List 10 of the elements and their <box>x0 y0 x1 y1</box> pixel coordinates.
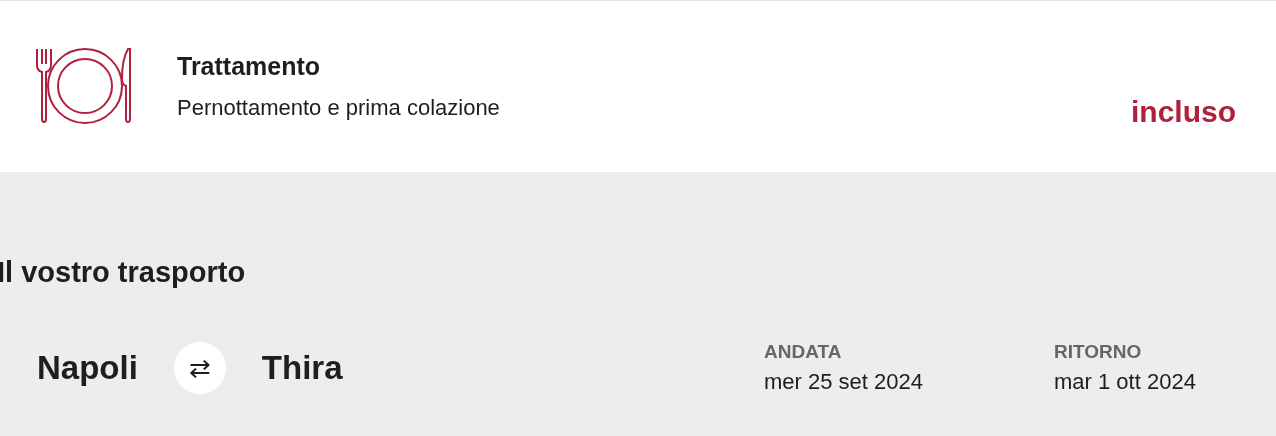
board-price: incluso <box>1131 94 1236 129</box>
date-value: mar 1 ott 2024 <box>1054 369 1197 395</box>
arrival-city: Thira <box>261 349 343 387</box>
date-label: RITORNO <box>1054 341 1143 363</box>
date-value: mer 25 set 2024 <box>764 369 924 395</box>
board-title: Trattamento <box>177 52 322 81</box>
swap-icon: ⇄ <box>173 342 226 394</box>
board-description: Pernottamento e prima colazione <box>177 95 501 121</box>
departure-city: Napoli <box>37 349 138 387</box>
date-label: ANDATA <box>764 341 843 363</box>
